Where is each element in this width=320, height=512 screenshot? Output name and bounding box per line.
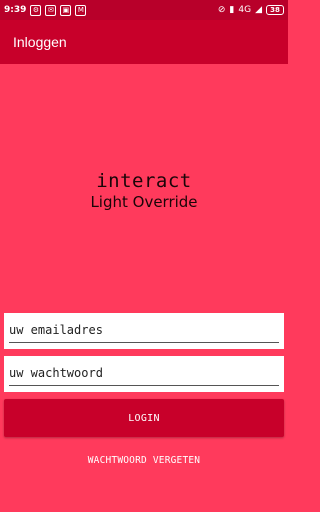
status-time: 9:39: [4, 5, 27, 15]
email-field-container: [4, 313, 284, 349]
mute-icon: ⊘: [217, 5, 226, 15]
signal-bars-icon: ◢: [255, 5, 262, 15]
signal-icon: ▮: [229, 5, 235, 15]
battery-icon: 38: [266, 5, 284, 15]
bag-icon: ▣: [60, 4, 72, 16]
network-type: 4G: [238, 5, 252, 15]
status-right: ⊘ ▮ 4G ◢ 38: [218, 5, 284, 15]
login-button[interactable]: LOGIN: [4, 399, 284, 437]
logo: interact Light Override: [0, 170, 288, 212]
settings-icon: ⚙: [30, 4, 42, 16]
mail-icon: ✉: [45, 4, 57, 16]
status-left: 9:39 ⚙ ✉ ▣ M: [4, 4, 87, 16]
battery-level: 38: [270, 6, 280, 14]
password-field-container: [4, 356, 284, 392]
gmail-icon: M: [75, 4, 87, 16]
forgot-password-link[interactable]: WACHTWOORD VERGETEN: [0, 455, 288, 466]
logo-subtitle: Light Override: [90, 193, 198, 211]
status-bar: 9:39 ⚙ ✉ ▣ M ⊘ ▮ 4G ◢ 38: [0, 0, 288, 20]
email-field[interactable]: [9, 317, 279, 343]
password-field[interactable]: [9, 360, 279, 386]
logo-brand: interact: [96, 170, 192, 192]
page-title: Inloggen: [13, 34, 67, 50]
app-bar: Inloggen: [0, 20, 288, 64]
